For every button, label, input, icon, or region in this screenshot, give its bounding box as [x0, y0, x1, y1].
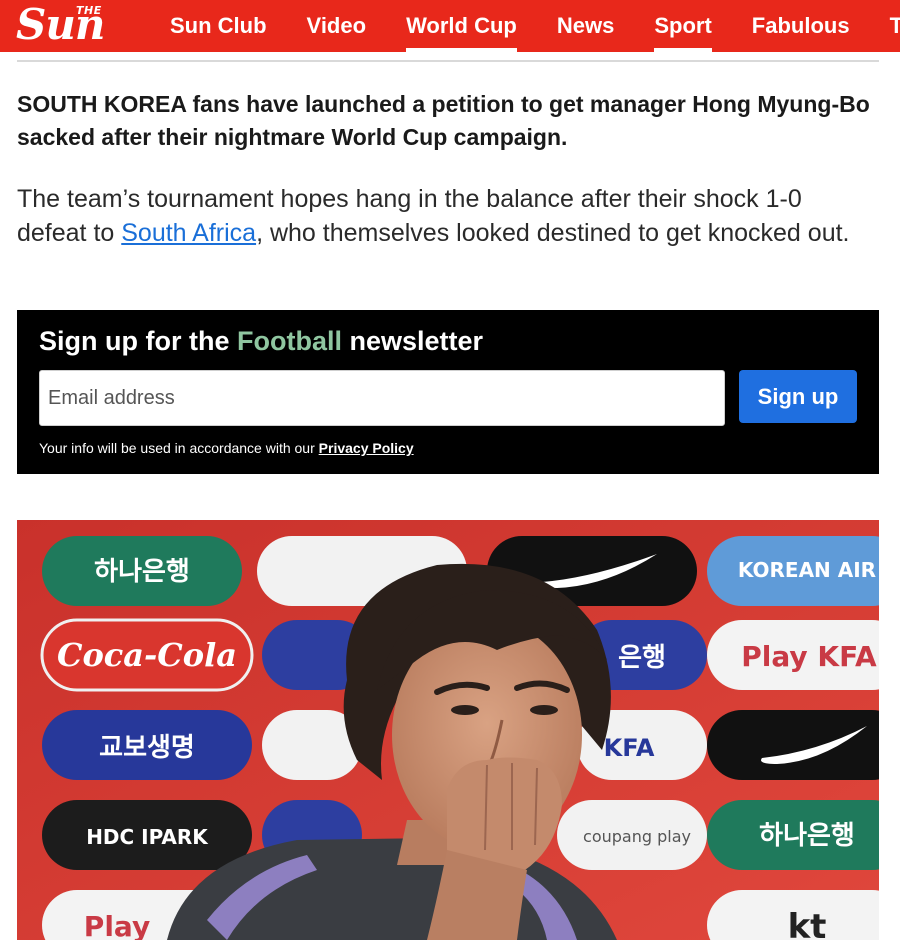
newsletter-signup-box: Sign up for the Football newsletter Sign…: [17, 310, 879, 474]
sponsor-coca-cola: Coca-Cola: [57, 636, 237, 674]
privacy-note: Your info will be used in accordance wit…: [39, 440, 414, 456]
paragraph-text-end: , who themselves looked destined to get …: [256, 219, 850, 247]
sponsor-play-kfa: Play KFA: [741, 640, 877, 673]
nav-item-tv[interactable]: TV: [870, 0, 900, 52]
top-navigation-bar: THE Sun Sun Club Video World Cup News Sp…: [0, 0, 900, 52]
nav-item-sport[interactable]: Sport: [634, 0, 731, 52]
newsletter-title-start: Sign up for the: [39, 326, 237, 356]
sponsor-hana-2: 하나은행: [759, 821, 855, 851]
sponsor-coupang: coupang play: [583, 827, 691, 846]
press-conference-photo: 하나은행 KOREAN AIR Coca-Cola 은행 Play KFA 교보…: [17, 520, 879, 940]
sponsor-bank-2: 은행: [618, 643, 666, 673]
article-photo: 하나은행 KOREAN AIR Coca-Cola 은행 Play KFA 교보…: [17, 520, 879, 940]
nav-item-news[interactable]: News: [537, 0, 634, 52]
nav-menu: Sun Club Video World Cup News Sport Fabu…: [150, 0, 900, 52]
the-sun-logo[interactable]: THE Sun: [0, 0, 150, 52]
sponsor-kyobo: 교보생명: [99, 733, 195, 763]
newsletter-title-accent: Football: [236, 326, 342, 356]
sponsor-hdc-ipark: HDC IPARK: [86, 825, 209, 849]
south-africa-link[interactable]: South Africa: [121, 219, 256, 247]
privacy-policy-link[interactable]: Privacy Policy: [319, 440, 414, 456]
nav-item-world-cup[interactable]: World Cup: [386, 0, 537, 52]
sponsor-hana-1: 하나은행: [94, 557, 190, 587]
email-field[interactable]: [39, 370, 725, 426]
nav-item-fabulous[interactable]: Fabulous: [732, 0, 870, 52]
privacy-note-text: Your info will be used in accordance wit…: [39, 440, 319, 456]
sponsor-korean-air: KOREAN AIR: [738, 558, 876, 582]
divider: [17, 60, 879, 62]
nav-item-sun-club[interactable]: Sun Club: [150, 0, 287, 52]
article-lead: SOUTH KOREA fans have launched a petitio…: [17, 91, 870, 150]
newsletter-title: Sign up for the Football newsletter: [39, 326, 483, 357]
newsletter-title-end: newsletter: [341, 326, 484, 356]
sign-up-button[interactable]: Sign up: [739, 370, 857, 423]
nav-item-video[interactable]: Video: [287, 0, 387, 52]
sponsor-play-2: Play: [84, 910, 150, 940]
sponsor-kfa: KFA: [604, 734, 655, 762]
article-paragraph: The team’s tournament hopes hang in the …: [17, 182, 877, 250]
sponsor-kt: kt: [788, 907, 827, 940]
logo-sun-text: Sun: [16, 0, 105, 49]
